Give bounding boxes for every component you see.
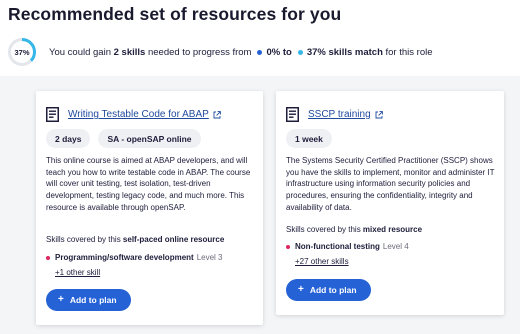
progress-text-suffix: for this role <box>382 46 433 58</box>
resource-type: self-paced online resource <box>122 235 225 244</box>
external-link-icon[interactable] <box>213 110 221 119</box>
skill-level: Level 3 <box>196 253 223 262</box>
resource-description: The Systems Security Certified Practitio… <box>286 156 495 212</box>
page-title: Recommended set of resources for you <box>8 4 342 24</box>
document-icon <box>286 107 299 122</box>
external-link-icon[interactable] <box>375 110 383 119</box>
resource-description: This online course is aimed at ABAP deve… <box>46 156 251 212</box>
plus-icon: + <box>298 284 304 295</box>
other-skills-link[interactable]: +1 other skill <box>55 268 100 277</box>
add-to-plan-button[interactable]: + Add to plan <box>46 289 131 311</box>
skill-level: Level 4 <box>382 242 409 251</box>
progress-summary: 37% You could gain 2 skills needed to pr… <box>7 37 517 67</box>
skills-covered-label: Skills covered by this self-paced online… <box>46 235 224 244</box>
to-dot-icon <box>297 49 303 55</box>
resource-title-link[interactable]: SSCP training <box>308 109 371 120</box>
progress-percent: 37% <box>14 47 30 57</box>
document-icon <box>46 107 59 122</box>
other-skills-link[interactable]: +27 other skills <box>295 257 349 266</box>
progress-ring: 37% <box>7 37 37 67</box>
add-to-plan-label: Add to plan <box>69 295 117 305</box>
duration-tag: 2 days <box>46 129 91 148</box>
provider-tag: SA - openSAP online <box>98 129 201 148</box>
resource-title-link[interactable]: Writing Testable Code for ABAP <box>68 109 209 120</box>
skill-item: Non-functional testing Level 4 <box>286 242 409 251</box>
add-to-plan-label: Add to plan <box>309 285 357 295</box>
skills-prefix: Skills covered by this <box>46 235 123 244</box>
from-label: 0% to <box>266 46 292 58</box>
skill-bullet-icon <box>46 255 50 260</box>
to-label: 37% skills match <box>306 46 383 58</box>
plus-icon: + <box>58 294 64 305</box>
progress-text-mid: needed to progress from <box>145 46 252 58</box>
resource-type: mixed resource <box>362 225 423 234</box>
progress-text-prefix: You could gain <box>49 46 114 58</box>
duration-tag: 1 week <box>286 129 332 148</box>
skill-bullet-icon <box>286 244 290 249</box>
skills-prefix: Skills covered by this <box>286 225 363 234</box>
skill-item: Programming/software development Level 3 <box>46 253 223 262</box>
skills-covered-label: Skills covered by this mixed resource <box>286 225 422 234</box>
add-to-plan-button[interactable]: + Add to plan <box>286 279 371 301</box>
skill-name: Programming/software development <box>55 253 194 262</box>
skill-name: Non-functional testing <box>295 242 380 251</box>
resource-card: Writing Testable Code for ABAP 2 days SA… <box>36 91 263 325</box>
skills-count: 2 skills <box>113 46 146 58</box>
resource-card: SSCP training 1 week The Systems Securit… <box>276 91 504 315</box>
from-dot-icon <box>257 49 263 55</box>
